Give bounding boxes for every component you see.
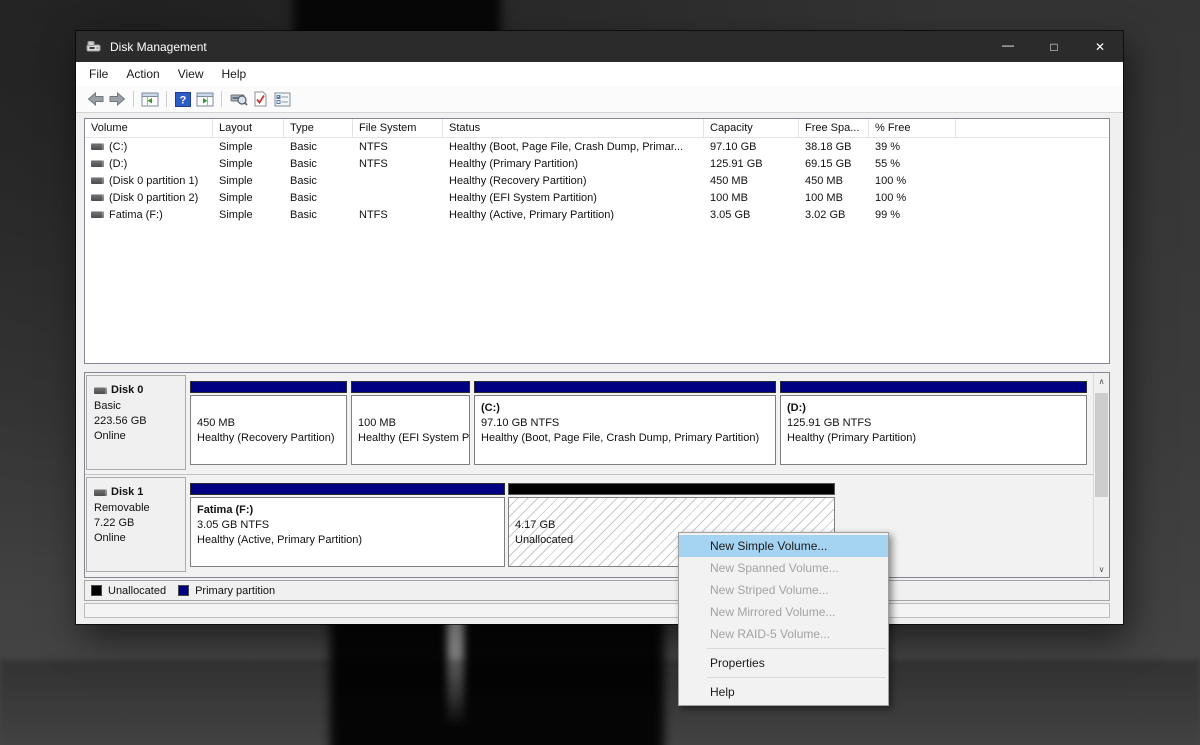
menu-item-new-spanned-volume: New Spanned Volume... (679, 557, 888, 579)
column-header-type[interactable]: Type (284, 119, 353, 137)
legend-primary-partition: Primary partition (178, 585, 275, 597)
disk-icon (91, 177, 104, 184)
disk0-partition-recovery[interactable]: 450 MB Healthy (Recovery Partition) (190, 381, 347, 465)
disk-icon (91, 143, 104, 150)
svg-text:?: ? (180, 94, 187, 106)
show-console-tree-icon[interactable] (139, 89, 161, 109)
menu-action[interactable]: Action (117, 62, 168, 86)
disk1-kind: Removable (94, 501, 185, 516)
menu-item-help[interactable]: Help (679, 681, 888, 703)
help-icon[interactable]: ? (172, 89, 194, 109)
volume-row-disk0-partition1[interactable]: (Disk 0 partition 1) Simple Basic Health… (85, 172, 1109, 189)
disk-icon (94, 489, 107, 496)
legend-unallocated: Unallocated (91, 585, 166, 597)
disk-icon (94, 387, 107, 394)
disk1-partition-fatima[interactable]: Fatima (F:) 3.05 GB NTFS Healthy (Active… (190, 483, 505, 567)
disk0-kind: Basic (94, 399, 185, 414)
menu-bar: File Action View Help (76, 62, 1123, 86)
toolbar-separator (166, 91, 167, 107)
column-header-layout[interactable]: Layout (213, 119, 284, 137)
graphical-view-pane: Disk 0 Basic 223.56 GB Online 450 MB Hea… (84, 372, 1110, 578)
show-action-pane-icon[interactable] (194, 89, 216, 109)
disk0-status: Online (94, 429, 185, 444)
column-header-free-space[interactable]: Free Spa... (799, 119, 869, 137)
disk-icon (91, 211, 104, 218)
legend-bar: Unallocated Primary partition (84, 580, 1110, 601)
disk-management-window: Disk Management — □ ✕ File Action View H… (76, 31, 1123, 624)
disk1-size: 7.22 GB (94, 516, 185, 531)
column-header-pct-free[interactable]: % Free (869, 119, 956, 137)
menu-separator (707, 648, 886, 649)
scroll-down-icon[interactable]: ∨ (1094, 561, 1109, 577)
menu-separator (707, 677, 886, 678)
toolbar: ? (76, 86, 1123, 113)
partition-color-bar (351, 381, 470, 393)
disk0-partition-c[interactable]: (C:) 97.10 GB NTFS Healthy (Boot, Page F… (474, 381, 776, 465)
volume-list-header: Volume Layout Type File System Status Ca… (85, 119, 1109, 138)
check-disk-icon[interactable] (249, 89, 271, 109)
partition-color-bar (474, 381, 776, 393)
maximize-button[interactable]: □ (1031, 31, 1077, 62)
vertical-scrollbar[interactable]: ∧ ∨ (1093, 373, 1109, 577)
volume-row-fatima[interactable]: Fatima (F:) Simple Basic NTFS Healthy (A… (85, 206, 1109, 223)
disk0-label[interactable]: Disk 0 Basic 223.56 GB Online (86, 375, 186, 470)
volume-row-disk0-partition2[interactable]: (Disk 0 partition 2) Simple Basic Health… (85, 189, 1109, 206)
unallocated-color-bar (508, 483, 835, 495)
menu-help[interactable]: Help (213, 62, 256, 86)
disk0-size: 223.56 GB (94, 414, 185, 429)
volume-list-pane: Volume Layout Type File System Status Ca… (84, 118, 1110, 364)
volume-row-c[interactable]: (C:) Simple Basic NTFS Healthy (Boot, Pa… (85, 138, 1109, 155)
toolbar-separator (221, 91, 222, 107)
primary-partition-swatch (178, 585, 189, 596)
back-icon[interactable] (84, 89, 106, 109)
menu-item-new-striped-volume: New Striped Volume... (679, 579, 888, 601)
disk0-partition-efi[interactable]: 100 MB Healthy (EFI System Partition) (351, 381, 470, 465)
menu-item-new-raid5-volume: New RAID-5 Volume... (679, 623, 888, 645)
disk-row-separator (85, 474, 1093, 475)
menu-item-new-simple-volume[interactable]: New Simple Volume... (679, 535, 888, 557)
disk1-label[interactable]: Disk 1 Removable 7.22 GB Online (86, 477, 186, 572)
window-title: Disk Management (110, 40, 207, 54)
menu-item-properties[interactable]: Properties (679, 652, 888, 674)
forward-icon[interactable] (106, 89, 128, 109)
disk-management-app-icon (86, 40, 102, 53)
scrollbar-thumb[interactable] (1095, 393, 1108, 497)
rescan-disks-icon[interactable] (227, 89, 249, 109)
menu-item-new-mirrored-volume: New Mirrored Volume... (679, 601, 888, 623)
column-header-file-system[interactable]: File System (353, 119, 443, 137)
column-header-filler (956, 119, 1109, 137)
column-header-volume[interactable]: Volume (85, 119, 213, 137)
window-controls: — □ ✕ (985, 31, 1123, 62)
desk-shadow (0, 660, 1200, 745)
unallocated-swatch (91, 585, 102, 596)
partition-color-bar (780, 381, 1087, 393)
menu-view[interactable]: View (169, 62, 213, 86)
toolbar-separator (133, 91, 134, 107)
close-button[interactable]: ✕ (1077, 31, 1123, 62)
minimize-button[interactable]: — (985, 31, 1031, 62)
scroll-up-icon[interactable]: ∧ (1094, 373, 1109, 389)
disk-icon (91, 194, 104, 201)
disk0-partition-d[interactable]: (D:) 125.91 GB NTFS Healthy (Primary Par… (780, 381, 1087, 465)
disk1-status: Online (94, 531, 185, 546)
disk-icon (91, 160, 104, 167)
partition-color-bar (190, 483, 505, 495)
partition-color-bar (190, 381, 347, 393)
column-header-status[interactable]: Status (443, 119, 704, 137)
menu-file[interactable]: File (80, 62, 117, 86)
properties-icon[interactable] (271, 89, 293, 109)
titlebar[interactable]: Disk Management — □ ✕ (76, 31, 1123, 62)
volume-row-d[interactable]: (D:) Simple Basic NTFS Healthy (Primary … (85, 155, 1109, 172)
status-strip (84, 603, 1110, 618)
column-header-capacity[interactable]: Capacity (704, 119, 799, 137)
context-menu: New Simple Volume... New Spanned Volume.… (678, 532, 889, 706)
